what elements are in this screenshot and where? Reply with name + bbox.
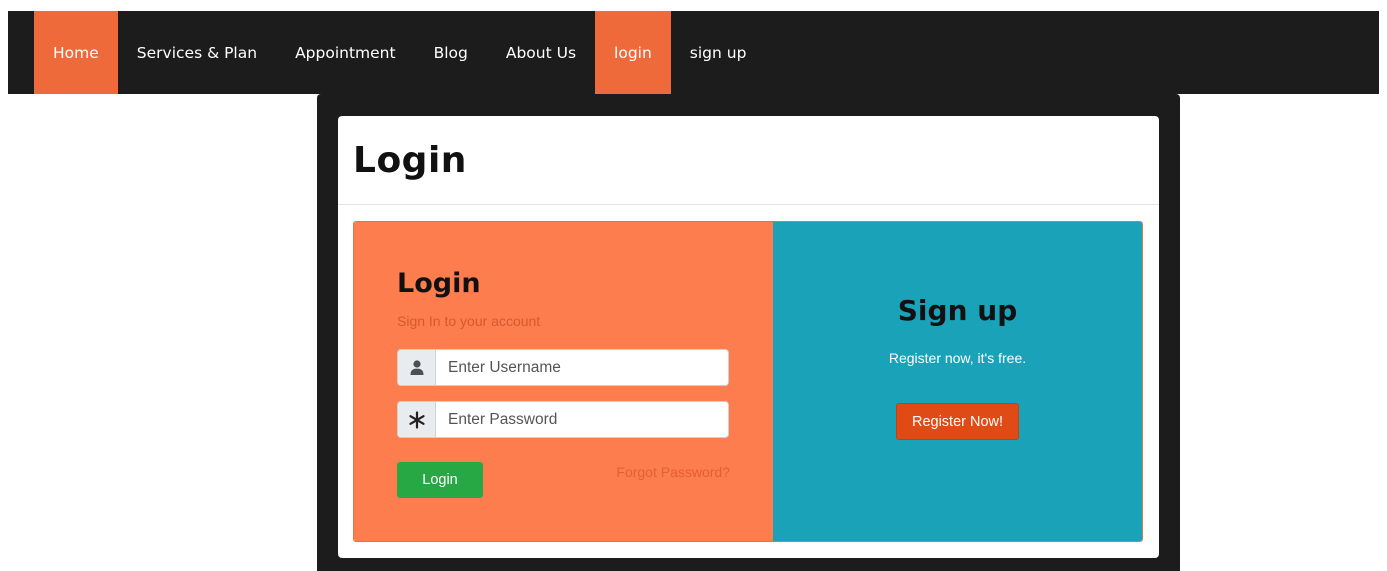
login-button[interactable]: Login [397,462,483,498]
nav-sign-up[interactable]: sign up [671,11,766,94]
nav-services-plan[interactable]: Services & Plan [118,11,276,94]
asterisk-icon [398,402,436,437]
username-input[interactable] [436,350,728,385]
login-card: Login Login Sign In to your account Ente… [338,116,1159,558]
login-panel-subtitle: Sign In to your account [397,313,541,329]
signup-panel-text: Register now, it's free. [888,350,1027,366]
nav-about-us[interactable]: About Us [487,11,595,94]
login-panel-title: Login [397,268,481,299]
nav-home[interactable]: Home [34,11,118,94]
password-input[interactable] [436,402,728,437]
register-now-button[interactable]: Register Now! [896,403,1019,440]
signup-panel-title: Sign up [897,294,1018,327]
page-title: Login [353,139,467,181]
card-header: Login [338,116,1159,205]
signup-panel: Sign up Register now, it's free. Registe… [773,222,1142,541]
forgot-password-link[interactable]: Forgot Password? [616,464,730,480]
top-navbar: Home Services & Plan Appointment Blog Ab… [8,11,1379,94]
user-icon [398,350,436,385]
login-panel: Login Sign In to your account Enter User… [354,222,773,541]
password-input-group [397,401,729,438]
nav-login[interactable]: login [595,11,671,94]
username-input-group [397,349,729,386]
auth-panels: Login Sign In to your account Enter User… [353,221,1143,542]
nav-appointment[interactable]: Appointment [276,11,415,94]
nav-blog[interactable]: Blog [415,11,487,94]
